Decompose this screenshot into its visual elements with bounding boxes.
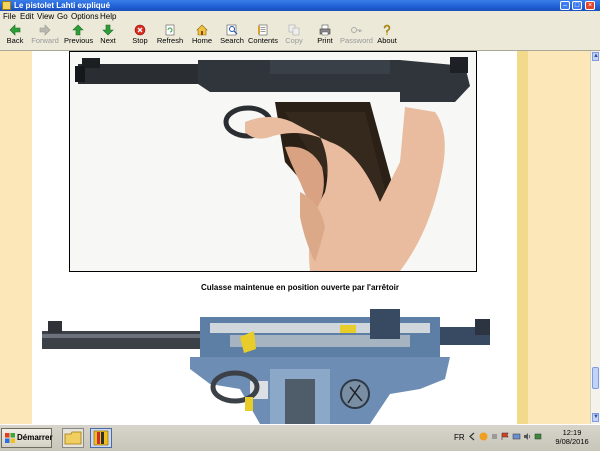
scroll-up-arrow-icon[interactable]: ▲ (592, 52, 599, 61)
home-icon (196, 24, 208, 36)
previous-button[interactable]: Previous (64, 24, 94, 50)
forward-arrow-icon (39, 24, 51, 36)
menu-bar: File Edit View Go Options Help (0, 11, 600, 23)
start-label: Démarrer (17, 433, 53, 442)
copy-label: Copy (285, 36, 303, 45)
menu-file[interactable]: File (3, 11, 16, 23)
contents-label: Contents (248, 36, 279, 45)
scrollbar-thumb[interactable] (592, 367, 599, 389)
contents-icon (258, 24, 268, 36)
print-button[interactable]: Print (315, 24, 335, 50)
forward-label: Forward (31, 36, 59, 45)
stop-icon (134, 24, 146, 36)
taskbar: Démarrer FR 12:19 9/08/2016 (0, 424, 600, 451)
next-label: Next (100, 36, 116, 45)
password-label: Password (340, 36, 373, 45)
title-bar: Le pistolet Lahti expliqué – □ × (0, 0, 600, 11)
copy-icon (288, 24, 300, 36)
search-button[interactable]: Search (220, 24, 244, 50)
update-icon[interactable] (479, 432, 488, 441)
menu-edit[interactable]: Edit (20, 11, 34, 23)
right-margin (528, 51, 590, 424)
refresh-label: Refresh (156, 36, 184, 45)
home-button[interactable]: Home (191, 24, 213, 50)
battery-icon[interactable] (534, 432, 543, 441)
app-icon (2, 1, 11, 10)
menu-view[interactable]: View (37, 11, 54, 23)
minimize-button[interactable]: – (560, 1, 570, 10)
stop-label: Stop (132, 36, 148, 45)
pistol-hand-image (70, 52, 476, 271)
back-arrow-icon (9, 24, 21, 36)
clock-time: 12:19 (562, 428, 582, 437)
toolbar: Back Forward Previous Next Stop Refresh … (0, 23, 600, 51)
start-button[interactable]: Démarrer (1, 428, 53, 448)
folder-icon (64, 431, 82, 445)
collapse-tray-icon[interactable] (468, 432, 477, 441)
left-margin (0, 51, 32, 424)
about-label: About (377, 36, 397, 45)
volume-icon[interactable] (523, 432, 532, 441)
back-label: Back (6, 36, 24, 45)
maximize-button[interactable]: □ (572, 1, 582, 10)
search-label: Search (220, 36, 244, 45)
clock-date: 9/08/2016 (555, 437, 589, 446)
refresh-icon (165, 24, 175, 36)
vertical-scrollbar[interactable]: ▲ ▼ (590, 51, 600, 424)
print-label: Print (317, 36, 333, 45)
right-stripe (517, 51, 528, 424)
content-area: Culasse maintenue en position ouverte pa… (0, 51, 600, 424)
close-button[interactable]: × (585, 1, 595, 10)
back-button[interactable]: Back (2, 24, 28, 50)
forward-button[interactable]: Forward (30, 24, 60, 50)
window-title: Le pistolet Lahti expliqué (14, 1, 111, 10)
clock[interactable]: 12:19 9/08/2016 (548, 428, 596, 446)
home-label: Home (191, 36, 212, 45)
language-indicator[interactable]: FR (454, 433, 465, 442)
copy-button[interactable]: Copy (284, 24, 304, 50)
network-icon[interactable] (512, 432, 521, 441)
password-button[interactable]: Password (340, 24, 373, 50)
file-explorer-task[interactable] (62, 428, 84, 448)
usb-icon[interactable] (490, 432, 499, 441)
flag-icon[interactable] (501, 432, 510, 441)
windows-logo-icon (5, 433, 15, 443)
about-icon (383, 24, 391, 36)
help-book-icon (93, 430, 109, 446)
menu-options[interactable]: Options (71, 11, 99, 23)
previous-label: Previous (64, 36, 94, 45)
system-tray: FR 12:19 9/08/2016 (448, 425, 600, 451)
stop-button[interactable]: Stop (129, 24, 151, 50)
photo-caption: Culasse maintenue en position ouverte pa… (201, 283, 399, 292)
scroll-down-arrow-icon[interactable]: ▼ (592, 413, 599, 422)
refresh-button[interactable]: Refresh (156, 24, 184, 50)
cutaway-image (40, 309, 510, 424)
print-icon (319, 24, 331, 36)
next-button[interactable]: Next (97, 24, 119, 50)
menu-go[interactable]: Go (57, 11, 68, 23)
about-button[interactable]: About (376, 24, 398, 50)
help-viewer-task[interactable] (90, 428, 112, 448)
previous-arrow-icon (72, 24, 84, 36)
next-arrow-icon (102, 24, 114, 36)
menu-help[interactable]: Help (100, 11, 116, 23)
contents-button[interactable]: Contents (248, 24, 278, 50)
password-icon (351, 27, 362, 33)
pistol-cutaway-diagram (40, 309, 510, 424)
search-icon (226, 24, 238, 36)
pistol-photo (69, 51, 477, 272)
